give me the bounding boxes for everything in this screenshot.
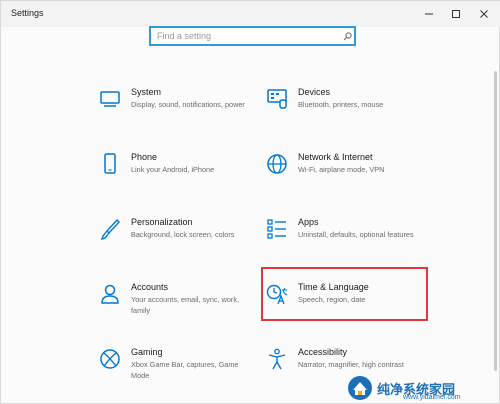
tile-name: Apps: [298, 217, 319, 227]
tile-name: System: [131, 87, 162, 97]
tile-desc: Link your Android, iPhone: [131, 165, 215, 174]
xbox-icon: [98, 347, 122, 371]
tile-name: Personalization: [131, 217, 193, 227]
close-button[interactable]: [471, 1, 497, 27]
tile-network[interactable]: Network & Internet Wi-Fi, airplane mode,…: [265, 152, 435, 202]
search-box[interactable]: [149, 26, 356, 46]
title-bar: Settings: [1, 1, 500, 27]
close-icon: [480, 10, 488, 18]
tile-name: Accounts: [131, 282, 169, 292]
tile-desc: Display, sound, notifications, power: [131, 100, 245, 109]
tile-apps[interactable]: Apps Uninstall, defaults, optional featu…: [265, 217, 435, 267]
settings-window: Settings System Display, sound, notifica…: [0, 0, 500, 404]
minimize-button[interactable]: [416, 1, 442, 27]
scrollbar-thumb[interactable]: [494, 71, 497, 371]
tile-devices[interactable]: Devices Bluetooth, printers, mouse: [265, 87, 435, 137]
tile-desc: Your accounts, email, sync, work, family: [131, 295, 240, 315]
minimize-icon: [425, 13, 433, 15]
watermark-url: www.yidaimei.com: [403, 394, 461, 401]
tile-desc: Background, lock screen, colors: [131, 230, 235, 239]
maximize-button[interactable]: [443, 1, 469, 27]
tile-system[interactable]: System Display, sound, notifications, po…: [98, 87, 268, 137]
tile-name: Network & Internet: [298, 152, 373, 162]
tile-name: Accessibility: [298, 347, 348, 357]
tile-name: Devices: [298, 87, 331, 97]
watermark-logo-icon: [348, 376, 372, 400]
monitor-icon: [98, 87, 122, 111]
tile-phone[interactable]: Phone Link your Android, iPhone: [98, 152, 268, 202]
tile-desc: Wi-Fi, airplane mode, VPN: [298, 165, 385, 174]
brush-icon: [98, 217, 122, 241]
window-title: Settings: [11, 8, 44, 18]
accessibility-icon: [265, 347, 289, 371]
tile-name: Gaming: [131, 347, 163, 357]
tile-accounts[interactable]: Accounts Your accounts, email, sync, wor…: [98, 282, 268, 332]
tile-desc: Xbox Game Bar, captures, Game Mode: [131, 360, 239, 380]
person-icon: [98, 282, 122, 306]
search-input[interactable]: [151, 28, 340, 44]
tile-desc: Narrator, magnifier, high contrast: [298, 360, 404, 369]
devices-icon: [265, 87, 289, 111]
tile-personalization[interactable]: Personalization Background, lock screen,…: [98, 217, 268, 267]
tile-desc: Bluetooth, printers, mouse: [298, 100, 384, 109]
globe-icon: [265, 152, 289, 176]
tile-desc: Uninstall, defaults, optional features: [298, 230, 414, 239]
apps-list-icon: [265, 217, 289, 241]
search-icon[interactable]: [340, 28, 354, 44]
maximize-icon: [452, 10, 460, 18]
tile-name: Phone: [131, 152, 158, 162]
tile-gaming[interactable]: Gaming Xbox Game Bar, captures, Game Mod…: [98, 347, 268, 397]
highlight-box: [261, 267, 428, 321]
phone-icon: [98, 152, 122, 176]
